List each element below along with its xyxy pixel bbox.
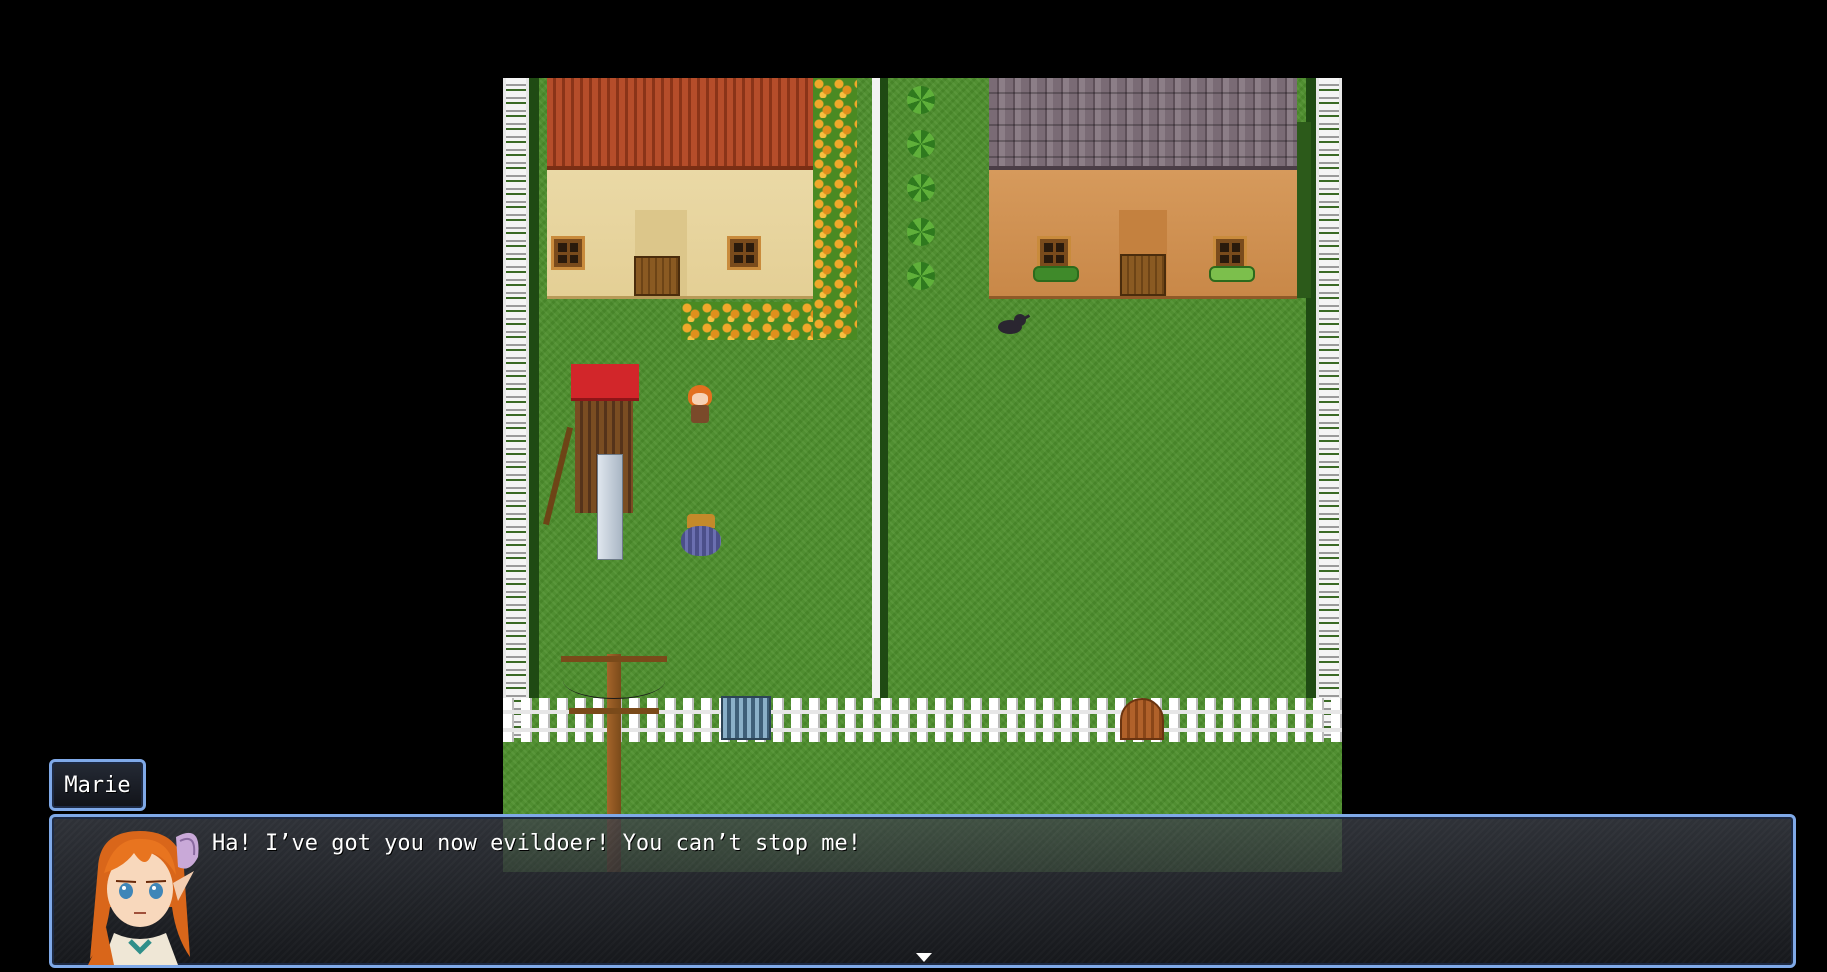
marie-character[interactable]: [685, 385, 715, 425]
flower-hedge-horizontal: [681, 302, 813, 340]
speaker-name-box: Marie: [49, 759, 146, 811]
bush-3: [907, 174, 935, 202]
message-text: Ha! I’ve got you now evildoer! You can’t…: [212, 831, 862, 856]
game-screen: Marie Ha! I’ve got you now evildoer! You…: [0, 0, 1827, 972]
playground-slide: [597, 454, 623, 560]
fence-gate-metal[interactable]: [721, 696, 771, 740]
right-fence: [1316, 78, 1342, 738]
evildoer-creature[interactable]: [681, 514, 721, 558]
bush-5: [907, 262, 935, 290]
marie-portrait-icon: [88, 831, 199, 965]
playground-roof: [571, 364, 639, 401]
right-house-window-1: [1037, 236, 1071, 270]
left-fence: [503, 78, 529, 738]
right-house-shadow: [1297, 122, 1311, 298]
continue-arrow-icon[interactable]: [916, 953, 932, 962]
right-house-flowerbox-1: [1033, 266, 1079, 282]
left-house-window-1: [551, 236, 585, 270]
bush-1: [907, 86, 935, 114]
left-house-roof: [547, 78, 813, 170]
left-shadow-strip: [529, 78, 539, 698]
right-house-door[interactable]: [1120, 254, 1166, 296]
bush-2: [907, 130, 935, 158]
right-house-roof: [989, 78, 1297, 170]
black-cat[interactable]: [994, 314, 1031, 338]
center-divider: [872, 78, 888, 698]
right-house-flowerbox-2: [1209, 266, 1255, 282]
fence-gate-wood[interactable]: [1120, 698, 1164, 740]
playground-ladder: [542, 426, 574, 526]
utility-pole-crossbar-2: [569, 708, 659, 714]
flower-hedge-vertical: [813, 78, 857, 340]
playground-structure[interactable]: [542, 346, 643, 560]
bush-4: [907, 218, 935, 246]
left-house-door[interactable]: [634, 256, 680, 296]
message-window[interactable]: Ha! I’ve got you now evildoer! You can’t…: [49, 814, 1796, 968]
speaker-name: Marie: [64, 772, 131, 798]
utility-wires: [563, 662, 665, 699]
town-map[interactable]: [503, 78, 1342, 872]
bottom-fence: [503, 698, 1342, 742]
left-house-window-2: [727, 236, 761, 270]
right-house-window-2: [1213, 236, 1247, 270]
